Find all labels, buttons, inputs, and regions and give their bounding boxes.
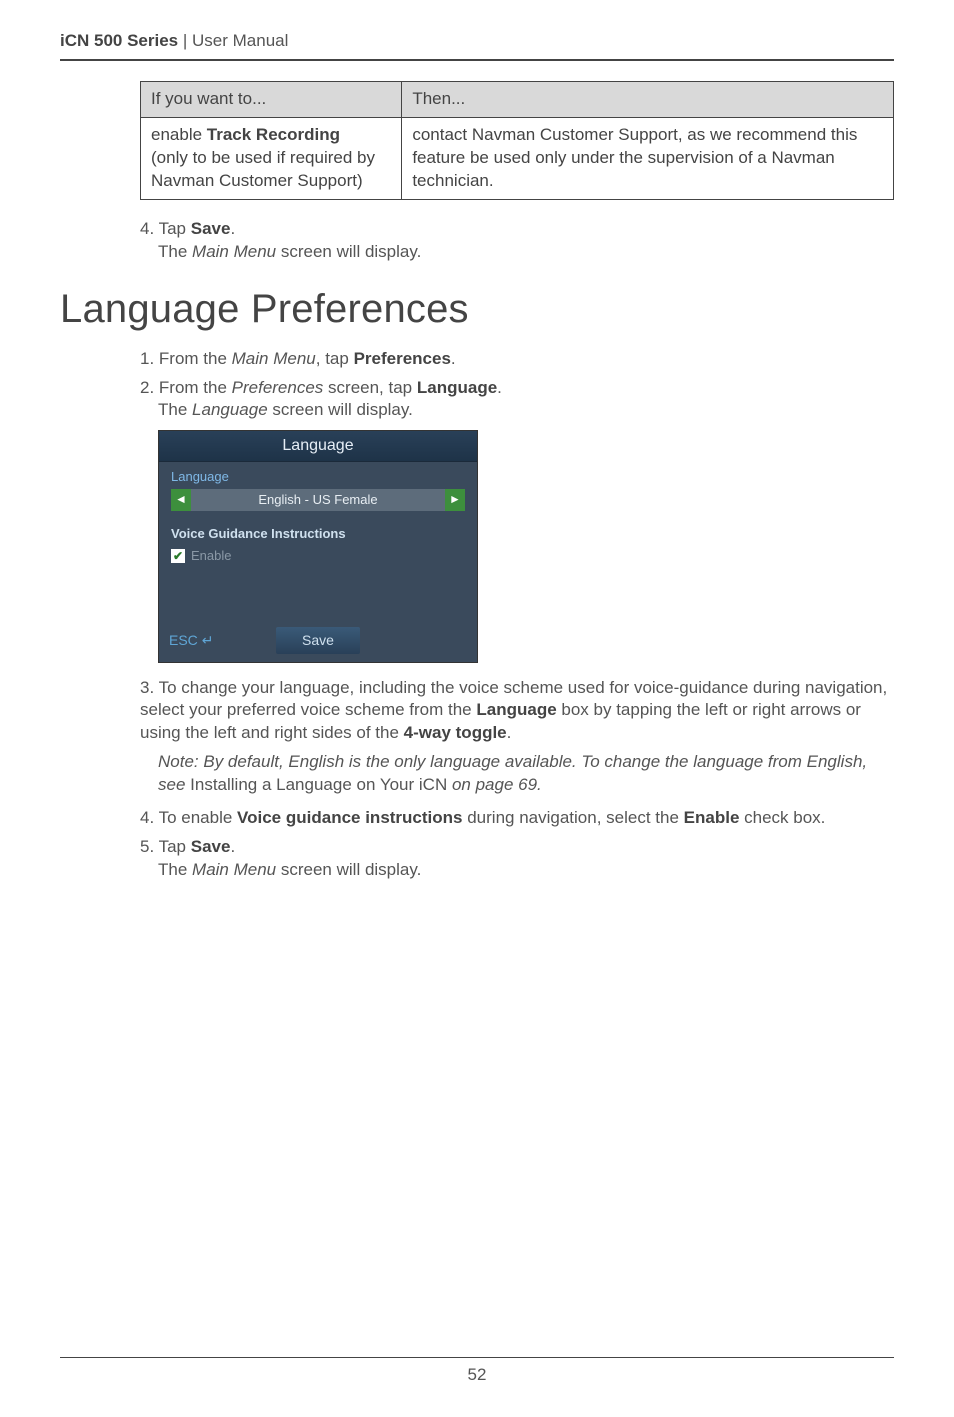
section-title: Language Preferences — [60, 282, 894, 336]
t: 2. From the — [140, 378, 232, 397]
device-bottom-bar: ESC ↵ Save — [159, 621, 477, 662]
language-label: Language — [417, 378, 497, 397]
action-table: If you want to... Then... enable Track R… — [140, 81, 894, 200]
t: screen will display. — [276, 242, 421, 261]
t: on page 69. — [447, 775, 542, 794]
main-menu: Main Menu — [192, 860, 276, 879]
step-2: 2. From the Preferences screen, tap Lang… — [140, 377, 894, 423]
t: 4. To enable — [140, 808, 237, 827]
t: 5. Tap — [140, 837, 191, 856]
t: screen will display. — [268, 400, 413, 419]
step-1: 1. From the Main Menu, tap Preferences. — [140, 348, 894, 371]
step-sub: The Main Menu screen will display. — [140, 859, 894, 882]
t: The — [158, 242, 192, 261]
cell-text: (only to be used if required by Navman C… — [151, 148, 375, 190]
step-4: 4. Tap Save. The Main Menu screen will d… — [140, 218, 894, 264]
enable-bold: Enable — [684, 808, 740, 827]
device-group-voice: Voice Guidance Instructions — [159, 519, 477, 546]
t: 1. From the — [140, 349, 232, 368]
language-value: English - US Female — [191, 489, 445, 511]
step-sub: The Main Menu screen will display. — [140, 241, 894, 264]
preferences-label: Preferences — [354, 349, 451, 368]
dot: . — [451, 349, 456, 368]
device-group-language: Language — [159, 462, 477, 489]
dot: . — [507, 723, 512, 742]
cell-text: enable — [151, 125, 207, 144]
table-header-want: If you want to... — [141, 81, 402, 117]
step-3: 3. To change your language, including th… — [140, 677, 894, 746]
checkbox-icon[interactable]: ✔ — [171, 549, 185, 563]
save-button[interactable]: Save — [276, 627, 360, 654]
table-header-then: Then... — [402, 81, 894, 117]
t: screen will display. — [276, 860, 421, 879]
dot: . — [230, 219, 235, 238]
device-title: Language — [159, 431, 477, 462]
step-sub: The Language screen will display. — [140, 399, 894, 422]
t: check box. — [739, 808, 825, 827]
t: The — [158, 400, 192, 419]
link-text: Installing a Language on Your iCN — [190, 775, 447, 794]
table-row: enable Track Recording (only to be used … — [141, 117, 894, 199]
language-italic: Language — [192, 400, 268, 419]
cell-bold: Track Recording — [207, 125, 340, 144]
esc-label: ESC — [169, 631, 198, 650]
dot: . — [230, 837, 235, 856]
esc-button[interactable]: ESC ↵ — [169, 631, 249, 650]
t: screen, tap — [323, 378, 417, 397]
language-selector[interactable]: ◄ English - US Female ► — [171, 489, 465, 511]
return-arrow-icon: ↵ — [202, 631, 214, 650]
page-header: iCN 500 Series | User Manual — [60, 30, 894, 61]
enable-row[interactable]: ✔ Enable — [159, 545, 477, 571]
cell-then: contact Navman Customer Support, as we r… — [402, 117, 894, 199]
preferences-italic: Preferences — [232, 378, 324, 397]
t: The — [158, 860, 192, 879]
save-label: Save — [191, 219, 231, 238]
main-menu: Main Menu — [232, 349, 316, 368]
note-text: Note: By default, English is the only la… — [158, 751, 894, 797]
device-screenshot: Language Language ◄ English - US Female … — [158, 430, 478, 662]
page-number: 52 — [468, 1365, 487, 1384]
save-bold: Save — [191, 837, 231, 856]
cell-want: enable Track Recording (only to be used … — [141, 117, 402, 199]
arrow-left-icon[interactable]: ◄ — [171, 489, 191, 511]
spacer — [159, 571, 477, 621]
step-5: 5. Tap Save. The Main Menu screen will d… — [140, 836, 894, 882]
arrow-right-icon[interactable]: ► — [445, 489, 465, 511]
page-footer: 52 — [60, 1357, 894, 1387]
main-menu: Main Menu — [192, 242, 276, 261]
dot: . — [497, 378, 502, 397]
doc-title: User Manual — [192, 31, 288, 50]
enable-label: Enable — [191, 547, 231, 565]
toggle-bold: 4-way toggle — [404, 723, 507, 742]
language-bold: Language — [476, 700, 556, 719]
t: , tap — [316, 349, 354, 368]
product-name: iCN 500 Series — [60, 31, 178, 50]
step-4b: 4. To enable Voice guidance instructions… — [140, 807, 894, 830]
t: during navigation, select the — [463, 808, 684, 827]
voice-bold: Voice guidance instructions — [237, 808, 462, 827]
header-sep: | — [178, 31, 192, 50]
step-text: 4. Tap — [140, 219, 191, 238]
